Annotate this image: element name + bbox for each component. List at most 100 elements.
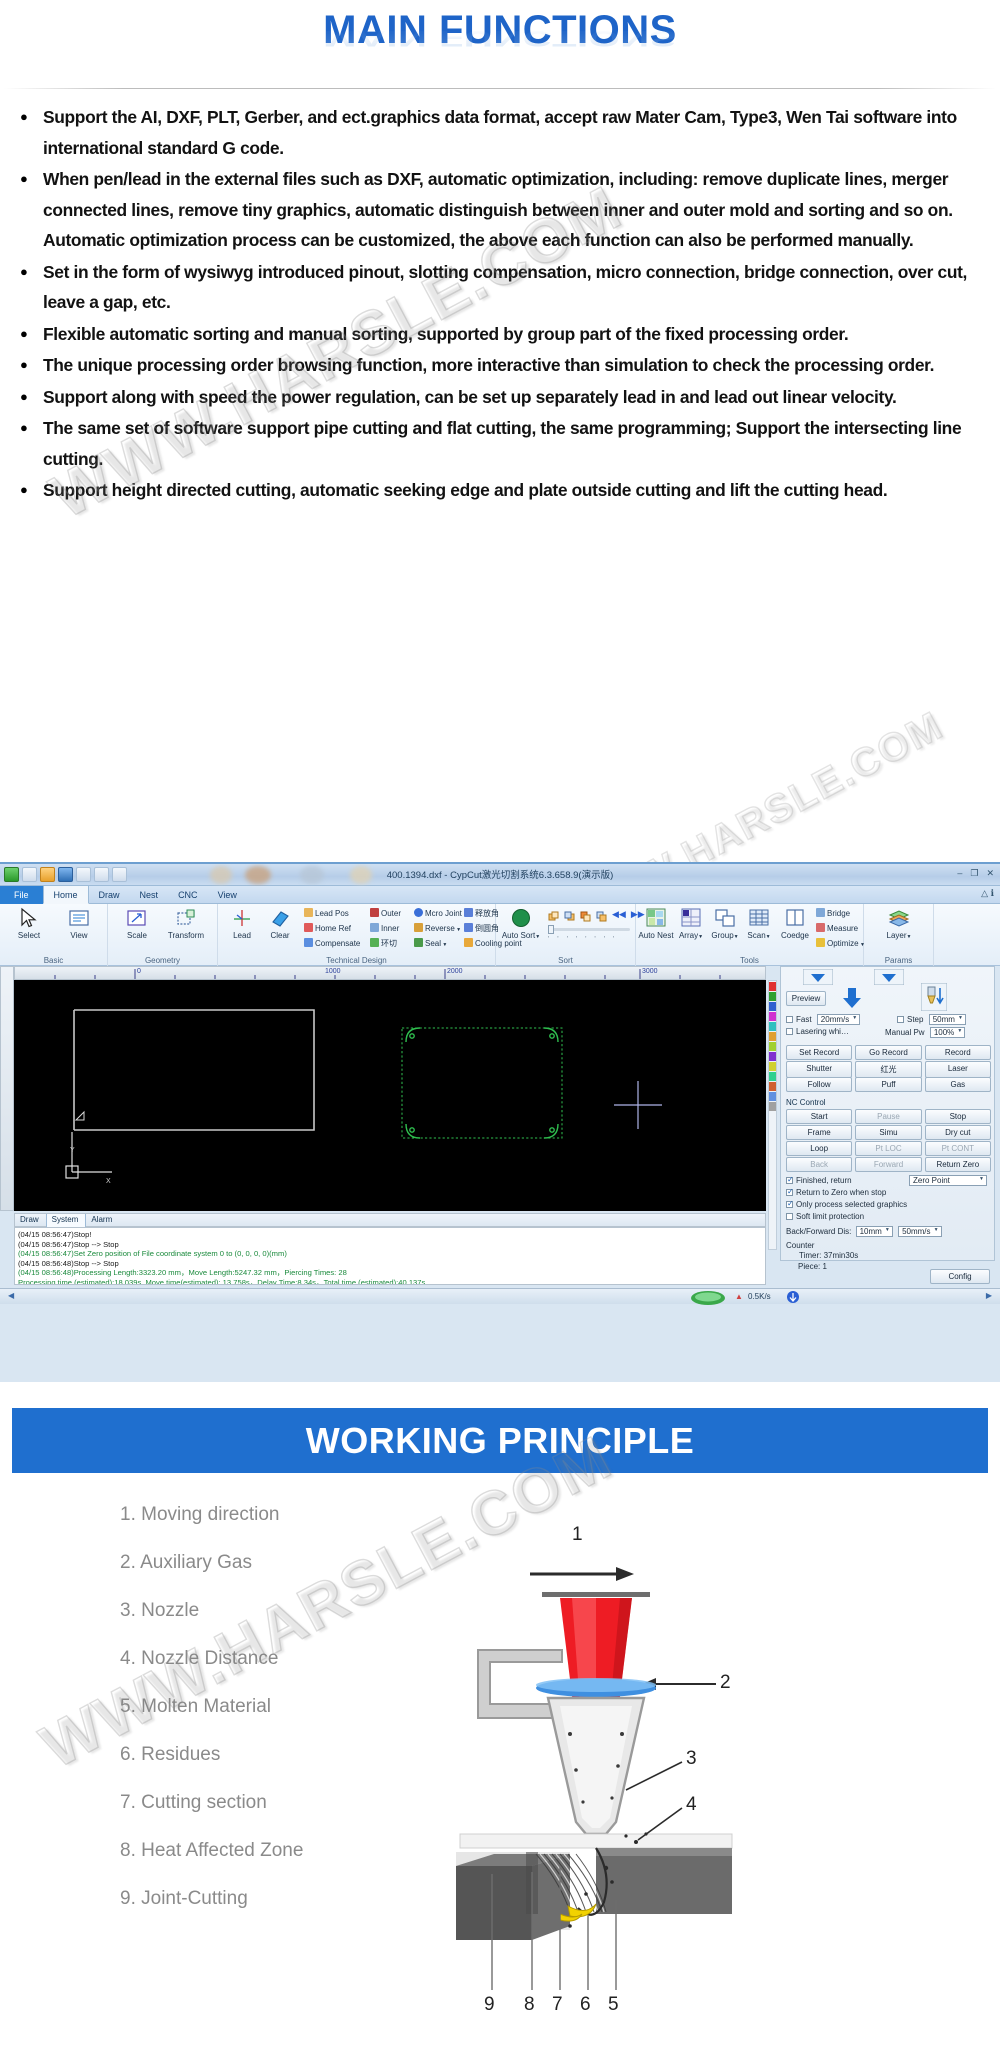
tab-draw[interactable]: Draw bbox=[89, 886, 130, 904]
ribbon-help-icons[interactable]: △ ℹ bbox=[981, 888, 994, 899]
distance-speed-select[interactable]: 50mm/s bbox=[898, 1226, 942, 1237]
return-zero-button[interactable]: Return Zero bbox=[924, 1157, 991, 1172]
finished-return-checkbox[interactable] bbox=[786, 1175, 794, 1184]
soft-limit-checkbox[interactable] bbox=[786, 1213, 793, 1220]
ribbon-button-select[interactable]: Select bbox=[6, 907, 52, 940]
puff-toggle[interactable]: Puff bbox=[855, 1077, 922, 1092]
layer-color-cyan[interactable] bbox=[769, 1022, 776, 1031]
layer-color-brown[interactable] bbox=[769, 1082, 776, 1091]
step-size-select[interactable]: 50mm bbox=[928, 1014, 966, 1025]
ribbon-small-button-release-corner[interactable]: 释放角 bbox=[464, 908, 499, 919]
jog-up-right-icon[interactable] bbox=[873, 968, 905, 987]
lasering-checkbox-row[interactable]: Lasering whi… bbox=[786, 1027, 849, 1036]
tab-cnc[interactable]: CNC bbox=[168, 886, 208, 904]
ribbon-button-view[interactable]: View bbox=[56, 907, 102, 940]
slider-handle[interactable] bbox=[548, 925, 554, 934]
frame-button[interactable]: Frame bbox=[786, 1125, 853, 1140]
layer-color-yellow[interactable] bbox=[769, 1062, 776, 1071]
ribbon-small-button-compensate[interactable]: Compensate bbox=[304, 938, 360, 948]
pause-button[interactable]: Pause bbox=[855, 1109, 922, 1124]
layer-color-red[interactable] bbox=[769, 982, 776, 991]
tab-home[interactable]: Home bbox=[42, 886, 89, 904]
layer-color-purple[interactable] bbox=[769, 1052, 776, 1061]
layer-color-strip[interactable] bbox=[768, 980, 777, 1250]
ribbon-button-clear[interactable]: Clear bbox=[260, 907, 300, 940]
finished-return-row[interactable]: Finished, return bbox=[786, 1175, 852, 1185]
ribbon-small-button-ring-cut[interactable]: 环切 bbox=[370, 938, 397, 949]
window-controls[interactable]: – ❐ ✕ bbox=[957, 868, 994, 879]
manual-power-row[interactable]: Manual Pw 100% bbox=[885, 1027, 966, 1038]
tab-nest[interactable]: Nest bbox=[130, 886, 169, 904]
fast-speed-select[interactable]: 20mm/s bbox=[816, 1014, 861, 1025]
tab-file[interactable]: File bbox=[0, 886, 43, 904]
layer-color-magenta[interactable] bbox=[769, 1012, 776, 1021]
ribbon-button-auto-nest[interactable]: Auto Nest bbox=[638, 907, 674, 940]
dry-cut-button[interactable]: Dry cut bbox=[924, 1125, 991, 1140]
red-light-toggle[interactable]: 红光 bbox=[855, 1061, 922, 1078]
return-position-select[interactable]: Zero Point bbox=[909, 1175, 987, 1186]
lasering-checkbox[interactable] bbox=[786, 1028, 793, 1035]
ribbon-tab-bar[interactable]: File Home Draw Nest CNC View △ ℹ bbox=[0, 886, 1000, 904]
layer-color-gray[interactable] bbox=[769, 1102, 776, 1111]
ribbon-button-coedge[interactable]: Coedge bbox=[776, 907, 814, 940]
forward-button[interactable]: Forward bbox=[855, 1157, 922, 1172]
pt-loc-button[interactable]: Pt LOC bbox=[855, 1141, 922, 1156]
only-selected-row[interactable]: Only process selected graphics bbox=[786, 1199, 907, 1209]
maximize-icon[interactable]: ❐ bbox=[970, 868, 978, 879]
ribbon-button-scan[interactable]: Scan▼ bbox=[742, 907, 776, 942]
back-button[interactable]: Back bbox=[786, 1157, 853, 1172]
laser-toggle[interactable]: Laser bbox=[924, 1061, 991, 1078]
ribbon-small-button-bridge[interactable]: Bridge bbox=[816, 908, 850, 918]
follow-toggle[interactable]: Follow bbox=[786, 1077, 853, 1092]
ribbon-small-button-round-corner[interactable]: 倒圆角 bbox=[464, 923, 499, 934]
ribbon-button-lead[interactable]: Lead bbox=[222, 907, 262, 940]
tab-view[interactable]: View bbox=[208, 886, 247, 904]
ribbon-small-button-lead-pos[interactable]: Lead Pos bbox=[304, 908, 349, 918]
ribbon-button-transform[interactable]: Transform bbox=[163, 907, 209, 940]
jog-up-left-icon[interactable] bbox=[802, 968, 834, 987]
set-record-button[interactable]: Set Record bbox=[786, 1045, 853, 1060]
shutter-toggle[interactable]: Shutter bbox=[786, 1061, 853, 1078]
ribbon-small-button-reverse[interactable]: Reverse ▼ bbox=[414, 923, 461, 933]
go-record-button[interactable]: Go Record bbox=[855, 1045, 922, 1060]
layer-color-blue[interactable] bbox=[769, 1002, 776, 1011]
ribbon-small-button-outer[interactable]: Outer bbox=[370, 908, 401, 918]
help-icon[interactable]: ℹ bbox=[991, 888, 994, 898]
ribbon-button-array[interactable]: Array▼ bbox=[674, 907, 708, 942]
jog-down-icon[interactable] bbox=[839, 985, 865, 1013]
ribbon-button-group[interactable]: Group▼ bbox=[708, 907, 742, 942]
close-icon[interactable]: ✕ bbox=[986, 868, 994, 879]
sort-to-front-icon[interactable] bbox=[580, 909, 591, 927]
simu-button[interactable]: Simu bbox=[855, 1125, 922, 1140]
distance-select[interactable]: 10mm bbox=[855, 1226, 893, 1237]
ribbon-small-button-micro-joint[interactable]: Mcro Joint ▼ bbox=[414, 908, 468, 918]
ribbon-small-button-optimize[interactable]: Optimize ▼ bbox=[816, 938, 865, 948]
ribbon-button-layer[interactable]: Layer▼ bbox=[876, 907, 922, 942]
sort-speed-slider[interactable] bbox=[548, 925, 630, 934]
sort-order-buttons[interactable]: ◀◀ ▶▶ bbox=[548, 909, 645, 927]
log-tab-alarm[interactable]: Alarm bbox=[86, 1214, 119, 1227]
sort-backward-one-icon[interactable] bbox=[564, 909, 575, 927]
stop-button[interactable]: Stop bbox=[924, 1109, 991, 1124]
manual-power-select[interactable]: 100% bbox=[929, 1027, 966, 1038]
soft-limit-row[interactable]: Soft limit protection bbox=[786, 1212, 864, 1221]
ribbon-small-button-home-ref[interactable]: Home Ref bbox=[304, 923, 351, 933]
layer-color-skyblue[interactable] bbox=[769, 1092, 776, 1101]
return-zero-on-stop-checkbox[interactable] bbox=[786, 1187, 794, 1196]
scroll-right-icon[interactable]: ▶ bbox=[986, 1291, 992, 1300]
minimize-icon[interactable]: – bbox=[957, 868, 962, 879]
nozzle-follow-icon[interactable] bbox=[920, 982, 948, 1013]
return-zero-on-stop-row[interactable]: Return to Zero when stop bbox=[786, 1187, 886, 1197]
config-button[interactable]: Config bbox=[930, 1269, 990, 1284]
layer-color-lime[interactable] bbox=[769, 1042, 776, 1051]
ribbon-small-button-inner[interactable]: Inner bbox=[370, 923, 399, 933]
log-tab-draw[interactable]: Draw bbox=[15, 1214, 46, 1227]
loop-button[interactable]: Loop bbox=[786, 1141, 853, 1156]
log-tab-bar[interactable]: Draw System Alarm bbox=[14, 1213, 766, 1227]
sort-previous-icon[interactable]: ◀◀ bbox=[612, 909, 626, 927]
step-checkbox-row[interactable]: Step 50mm bbox=[897, 1014, 966, 1025]
start-button[interactable]: Start bbox=[786, 1109, 853, 1124]
scroll-left-icon[interactable]: ◀ bbox=[8, 1291, 14, 1300]
back-forward-distance-row[interactable]: Back/Forward Dis: 10mm 50mm/s bbox=[786, 1226, 942, 1237]
gas-select-button[interactable]: Gas bbox=[924, 1077, 991, 1092]
